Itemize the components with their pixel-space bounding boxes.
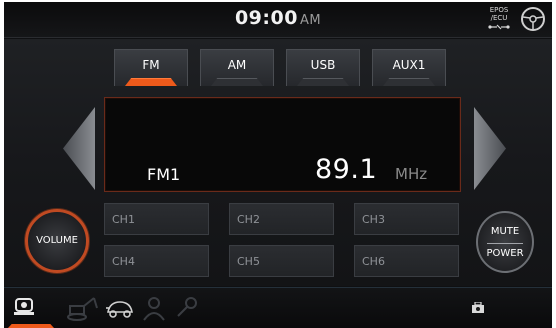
radio-panel: FM AM USB AUX1 FM1 89.1 MHz VOLUME CH1 C…	[4, 39, 552, 286]
preset-ch6[interactable]: CH6	[354, 245, 459, 277]
engine-icon[interactable]	[104, 296, 136, 320]
preset-ch2[interactable]: CH2	[229, 203, 334, 235]
preset-ch5[interactable]: CH5	[229, 245, 334, 277]
active-indicator	[8, 324, 54, 328]
tab-usb[interactable]: USB	[286, 49, 360, 86]
tab-label: AUX1	[392, 58, 426, 72]
band-label: FM1	[147, 165, 181, 184]
epos-label: EPOS	[489, 6, 509, 14]
volume-button[interactable]: VOLUME	[25, 209, 89, 273]
frequency-display: FM1 89.1 MHz	[104, 97, 461, 192]
tab-indicator	[211, 78, 263, 86]
tab-aux1[interactable]: AUX1	[372, 49, 446, 86]
clock: 09:00 AM	[4, 7, 552, 29]
preset-ch3[interactable]: CH3	[354, 203, 459, 235]
steering-wheel-icon[interactable]	[520, 6, 546, 32]
mute-power-button[interactable]: MUTE POWER	[476, 211, 534, 273]
frequency-unit: MHz	[395, 165, 428, 183]
frequency-value: 89.1	[315, 154, 378, 185]
bottom-nav-bar	[4, 287, 552, 328]
tab-am[interactable]: AM	[200, 49, 274, 86]
plug-icon	[488, 24, 510, 30]
epos-ecu-indicator[interactable]: EPOS /ECU	[484, 6, 514, 34]
tab-indicator	[297, 78, 349, 86]
mute-label: MUTE	[490, 226, 520, 237]
clock-time: 09:00	[234, 7, 298, 29]
clock-ampm: AM	[299, 13, 322, 28]
power-label: POWER	[486, 248, 524, 259]
status-bar: 09:00 AM EPOS /ECU	[4, 2, 552, 38]
ecu-label: /ECU	[490, 14, 508, 22]
previous-arrow-icon[interactable]	[63, 107, 95, 190]
operator-icon[interactable]	[140, 294, 168, 322]
preset-ch4[interactable]: CH4	[104, 245, 209, 277]
tab-label: AM	[227, 58, 247, 72]
mute-power-divider	[487, 243, 523, 244]
bottom-nav-item-machine[interactable]	[4, 288, 62, 328]
tab-label: FM	[142, 58, 160, 72]
next-arrow-icon[interactable]	[474, 107, 506, 190]
excavator-icon[interactable]	[66, 294, 100, 322]
tab-indicator	[383, 78, 435, 86]
speaker-icon[interactable]	[471, 302, 485, 314]
tab-fm[interactable]: FM	[114, 49, 188, 86]
preset-ch1[interactable]: CH1	[104, 203, 209, 235]
wrench-icon[interactable]	[172, 294, 200, 322]
tab-label: USB	[310, 58, 336, 72]
radio-screen: 09:00 AM EPOS /ECU FM AM USB AUX1 FM1 89…	[4, 2, 552, 328]
machine-settings-icon	[14, 298, 34, 315]
tab-active-indicator	[125, 78, 177, 86]
